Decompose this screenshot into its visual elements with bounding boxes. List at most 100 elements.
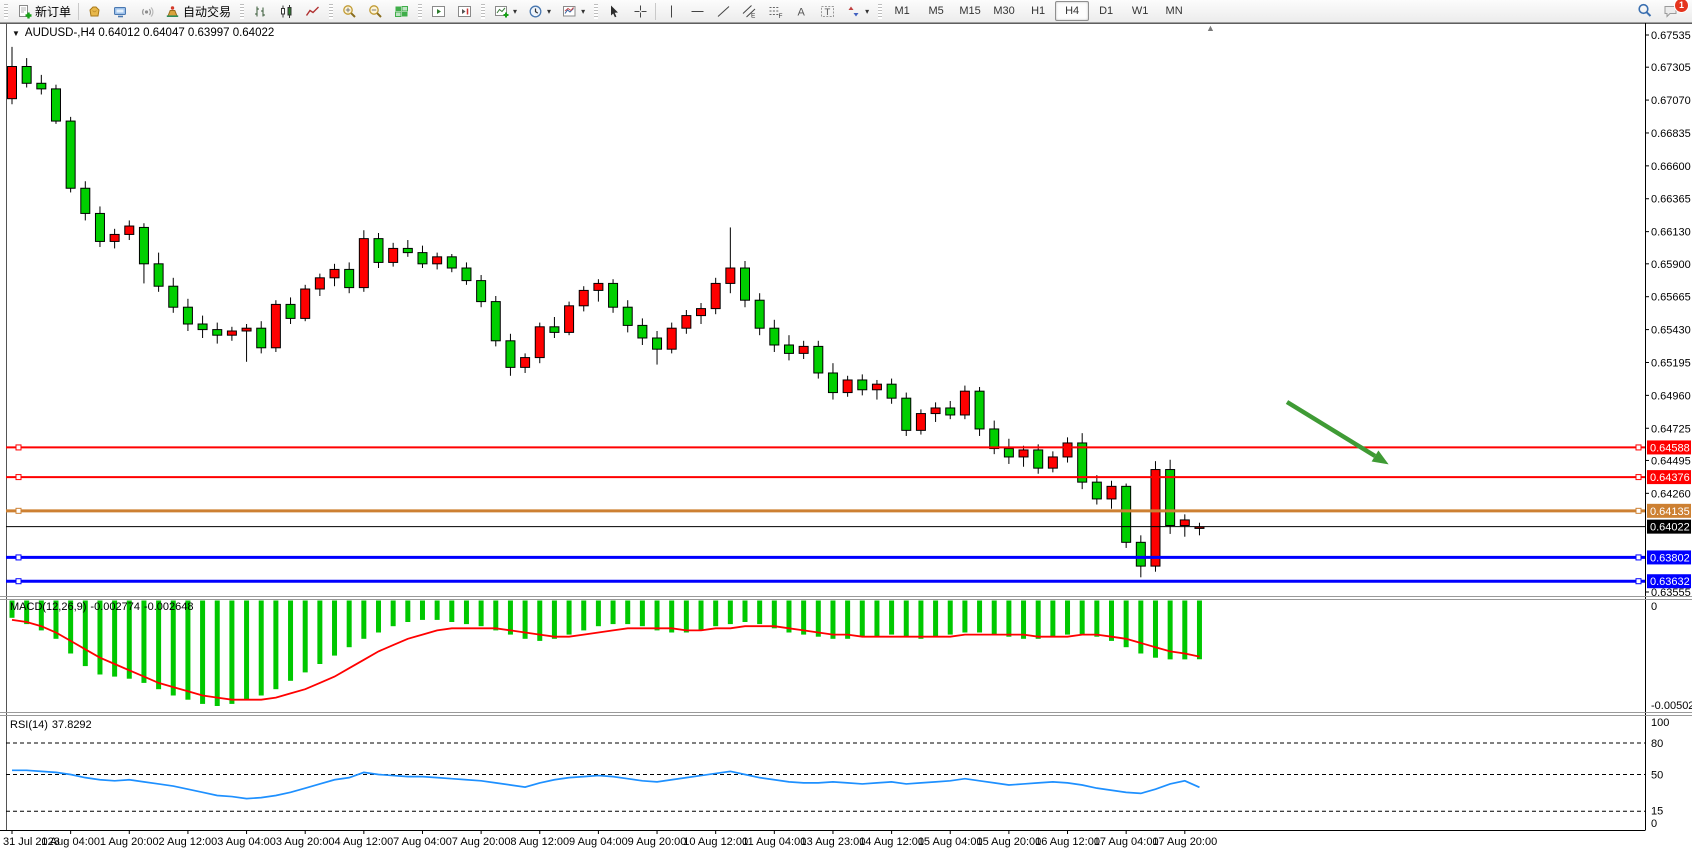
indicators-icon <box>493 3 509 19</box>
dropdown-caret-icon: ▾ <box>547 7 551 16</box>
hline-0.64135[interactable]: 0.64135 <box>6 504 1691 518</box>
macd-panel: 0-0.005025 <box>10 601 1692 713</box>
svg-text:0.66835: 0.66835 <box>1651 128 1691 140</box>
chart-shift-icon <box>456 3 472 19</box>
fibonacci-button[interactable]: F <box>762 1 788 22</box>
svg-text:0.64725: 0.64725 <box>1651 423 1691 435</box>
text-icon: A <box>793 3 809 19</box>
timeframe-M30[interactable]: M30 <box>987 1 1021 21</box>
svg-text:1 Aug 04:00: 1 Aug 04:00 <box>41 836 100 848</box>
svg-text:3 Aug 20:00: 3 Aug 20:00 <box>276 836 335 848</box>
svg-text:15 Aug 04:00: 15 Aug 04:00 <box>918 836 983 848</box>
symbol-dropdown-icon[interactable]: ▼ <box>12 29 20 38</box>
rsi-value: 37.8292 <box>52 719 92 731</box>
toolbar-grip[interactable] <box>594 4 598 19</box>
periods-button[interactable]: ▾ <box>522 1 556 22</box>
svg-text:3 Aug 04:00: 3 Aug 04:00 <box>217 836 276 848</box>
timeframe-D1[interactable]: D1 <box>1089 1 1123 21</box>
toolbar-grip[interactable] <box>4 4 8 19</box>
svg-text:50: 50 <box>1651 770 1663 782</box>
svg-text:0.67305: 0.67305 <box>1651 62 1691 74</box>
text-button[interactable]: A <box>788 1 814 22</box>
toolbar-grip[interactable] <box>481 4 485 19</box>
svg-text:80: 80 <box>1651 738 1663 750</box>
auto-scroll-button[interactable] <box>425 1 451 22</box>
timeframe-M15[interactable]: M15 <box>953 1 987 21</box>
periods-icon <box>527 3 543 19</box>
signals-button[interactable] <box>133 1 159 22</box>
hline-0.64022[interactable]: 0.64022 <box>6 520 1691 534</box>
crosshair-button[interactable] <box>627 1 653 22</box>
svg-text:0.64495: 0.64495 <box>1651 455 1691 467</box>
trendline-button[interactable] <box>710 1 736 22</box>
line-chart-icon <box>304 3 320 19</box>
search-button[interactable] <box>1632 1 1658 22</box>
line-chart-button[interactable] <box>299 1 325 22</box>
timeframe-MN[interactable]: MN <box>1157 1 1191 21</box>
hline-0.64376[interactable]: 0.64376 <box>6 470 1691 484</box>
toolbar-grip[interactable] <box>418 4 422 19</box>
hline-0.64588[interactable]: 0.64588 <box>6 440 1691 454</box>
timeframe-W1[interactable]: W1 <box>1123 1 1157 21</box>
svg-text:10 Aug 12:00: 10 Aug 12:00 <box>683 836 748 848</box>
chart-shift-marker[interactable]: ▲ <box>1206 23 1215 33</box>
svg-text:0.63802: 0.63802 <box>1650 552 1690 564</box>
arrows-button[interactable]: ▾ <box>840 1 874 22</box>
hline-0.63802[interactable]: 0.63802 <box>6 550 1691 564</box>
svg-text:7 Aug 20:00: 7 Aug 20:00 <box>452 836 511 848</box>
market-icon <box>86 3 102 19</box>
svg-text:0.65665: 0.65665 <box>1651 292 1691 304</box>
chart-title[interactable]: ▼AUDUSD-,H4 0.64012 0.64047 0.63997 0.64… <box>12 27 278 39</box>
chart-shift-button[interactable] <box>451 1 477 22</box>
hline-0.63632[interactable]: 0.63632 <box>6 574 1691 588</box>
horizontal-line-button[interactable] <box>684 1 710 22</box>
market-button[interactable] <box>81 1 107 22</box>
time-axis[interactable]: 31 Jul 20231 Aug 04:001 Aug 20:002 Aug 1… <box>3 831 1217 849</box>
macd-indicator-label: MACD(12,26,9)-0.002774-0.002648 <box>10 601 198 613</box>
rsi-indicator-label: RSI(14)37.8292 <box>10 719 96 731</box>
toolbar-grip[interactable] <box>329 4 333 19</box>
label-button[interactable]: T <box>814 1 840 22</box>
timeframe-H1[interactable]: H1 <box>1021 1 1055 21</box>
vertical-line-button[interactable] <box>658 1 684 22</box>
svg-text:0.64376: 0.64376 <box>1650 472 1690 484</box>
new-order-label: 新订单 <box>35 3 71 20</box>
autotrading-button[interactable]: 自动交易 <box>159 1 236 22</box>
arrows-icon <box>845 3 861 19</box>
svg-text:1 Aug 20:00: 1 Aug 20:00 <box>100 836 159 848</box>
toolbar-grip[interactable] <box>878 4 882 19</box>
svg-text:15 Aug 20:00: 15 Aug 20:00 <box>976 836 1041 848</box>
svg-text:8 Aug 12:00: 8 Aug 12:00 <box>510 836 569 848</box>
down-arrow-annotation[interactable] <box>1287 402 1389 464</box>
tile-windows-button[interactable] <box>388 1 414 22</box>
virtual-hosting-button[interactable] <box>107 1 133 22</box>
zoom-in-button[interactable] <box>336 1 362 22</box>
virtual-hosting-icon <box>112 3 128 19</box>
notifications-button[interactable]: 1 <box>1658 1 1684 22</box>
timeframe-M1[interactable]: M1 <box>885 1 919 21</box>
templates-icon <box>561 3 577 19</box>
timeframe-H4[interactable]: H4 <box>1055 1 1089 21</box>
channel-button[interactable]: E <box>736 1 762 22</box>
fibonacci-icon: F <box>767 3 783 19</box>
svg-text:F: F <box>778 12 782 18</box>
label-icon: T <box>819 3 835 19</box>
svg-text:0.66365: 0.66365 <box>1651 194 1691 206</box>
search-icon <box>1637 3 1653 19</box>
svg-text:13 Aug 23:00: 13 Aug 23:00 <box>801 836 866 848</box>
dropdown-caret-icon: ▾ <box>581 7 585 16</box>
zoom-out-button[interactable] <box>362 1 388 22</box>
toolbar-grip[interactable] <box>240 4 244 19</box>
candles <box>8 47 1204 577</box>
templates-button[interactable]: ▾ <box>556 1 590 22</box>
timeframe-M5[interactable]: M5 <box>919 1 953 21</box>
bar-chart-button[interactable] <box>247 1 273 22</box>
svg-text:0.67535: 0.67535 <box>1651 30 1691 42</box>
indicators-button[interactable]: ▾ <box>488 1 522 22</box>
cursor-button[interactable] <box>601 1 627 22</box>
new-order-button[interactable]: 新订单 <box>11 1 76 22</box>
chart-canvas[interactable]: 0.675350.673050.670700.668350.666000.663… <box>0 0 1692 852</box>
svg-text:0.64960: 0.64960 <box>1651 390 1691 402</box>
toolbar-separator <box>78 3 79 20</box>
candlestick-button[interactable] <box>273 1 299 22</box>
